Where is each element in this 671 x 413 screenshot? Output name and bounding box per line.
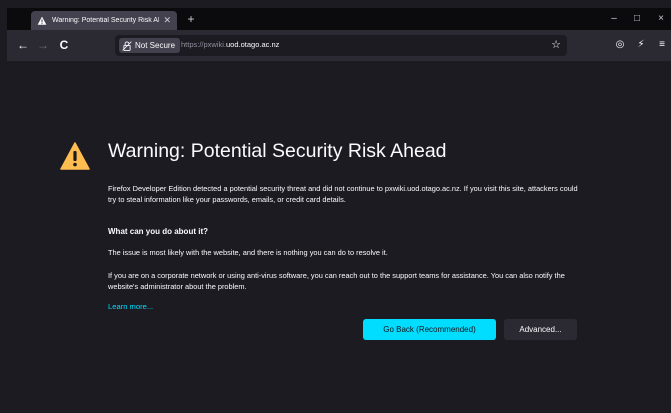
advanced-button[interactable]: Advanced...	[504, 319, 577, 340]
url-bar[interactable]: Not Secure https://pxwiki.uod.otago.ac.n…	[115, 35, 567, 56]
advice-paragraph-2: If you are on a corporate network or usi…	[108, 271, 565, 291]
page-title: Warning: Potential Security Risk Ahead	[108, 140, 447, 162]
security-indicator[interactable]: Not Secure	[119, 38, 181, 53]
browser-window: Warning: Potential Security Risk Ahead ✕…	[7, 8, 671, 413]
tab-title: Warning: Potential Security Risk Ahead	[52, 17, 159, 24]
learn-more-link[interactable]: Learn more...	[108, 302, 153, 311]
close-window-button[interactable]: ×	[654, 11, 668, 27]
error-page: Warning: Potential Security Risk Ahead F…	[7, 61, 671, 413]
url-text[interactable]: https://pxwiki.uod.otago.ac.nz	[181, 40, 279, 49]
insecure-lock-icon	[122, 40, 132, 51]
back-button[interactable]: ←	[16, 38, 30, 52]
go-back-button[interactable]: Go Back (Recommended)	[363, 319, 496, 340]
menu-icon[interactable]: ≡	[655, 38, 669, 52]
maximize-button[interactable]: □	[630, 11, 644, 27]
tab-strip: Warning: Potential Security Risk Ahead ✕…	[7, 8, 671, 30]
threat-description: Firefox Developer Edition detected a pot…	[108, 184, 578, 204]
minimize-button[interactable]: –	[607, 11, 621, 27]
warning-icon	[60, 142, 90, 170]
reload-button[interactable]: C	[57, 38, 71, 52]
advice-paragraph-1: The issue is most likely with the websit…	[108, 248, 388, 257]
new-tab-button[interactable]: +	[183, 11, 199, 27]
bookmark-star-icon[interactable]: ☆	[551, 38, 561, 51]
tab-active[interactable]: Warning: Potential Security Risk Ahead ✕	[31, 11, 177, 30]
nav-bar: ← → C Not Secure https://pxwiki.uod.otag…	[7, 30, 671, 61]
url-prefix: https://pxwiki.	[181, 40, 227, 49]
tools-wrench-icon[interactable]: ⚡	[634, 38, 648, 52]
pocket-icon[interactable]: ◎	[613, 38, 627, 52]
forward-button[interactable]: →	[36, 38, 50, 52]
what-can-you-do-heading: What can you do about it?	[108, 227, 208, 236]
close-icon[interactable]: ✕	[163, 15, 171, 26]
url-domain: uod.otago.ac.nz	[226, 40, 280, 49]
not-secure-label: Not Secure	[135, 41, 176, 50]
warning-icon	[37, 16, 47, 25]
